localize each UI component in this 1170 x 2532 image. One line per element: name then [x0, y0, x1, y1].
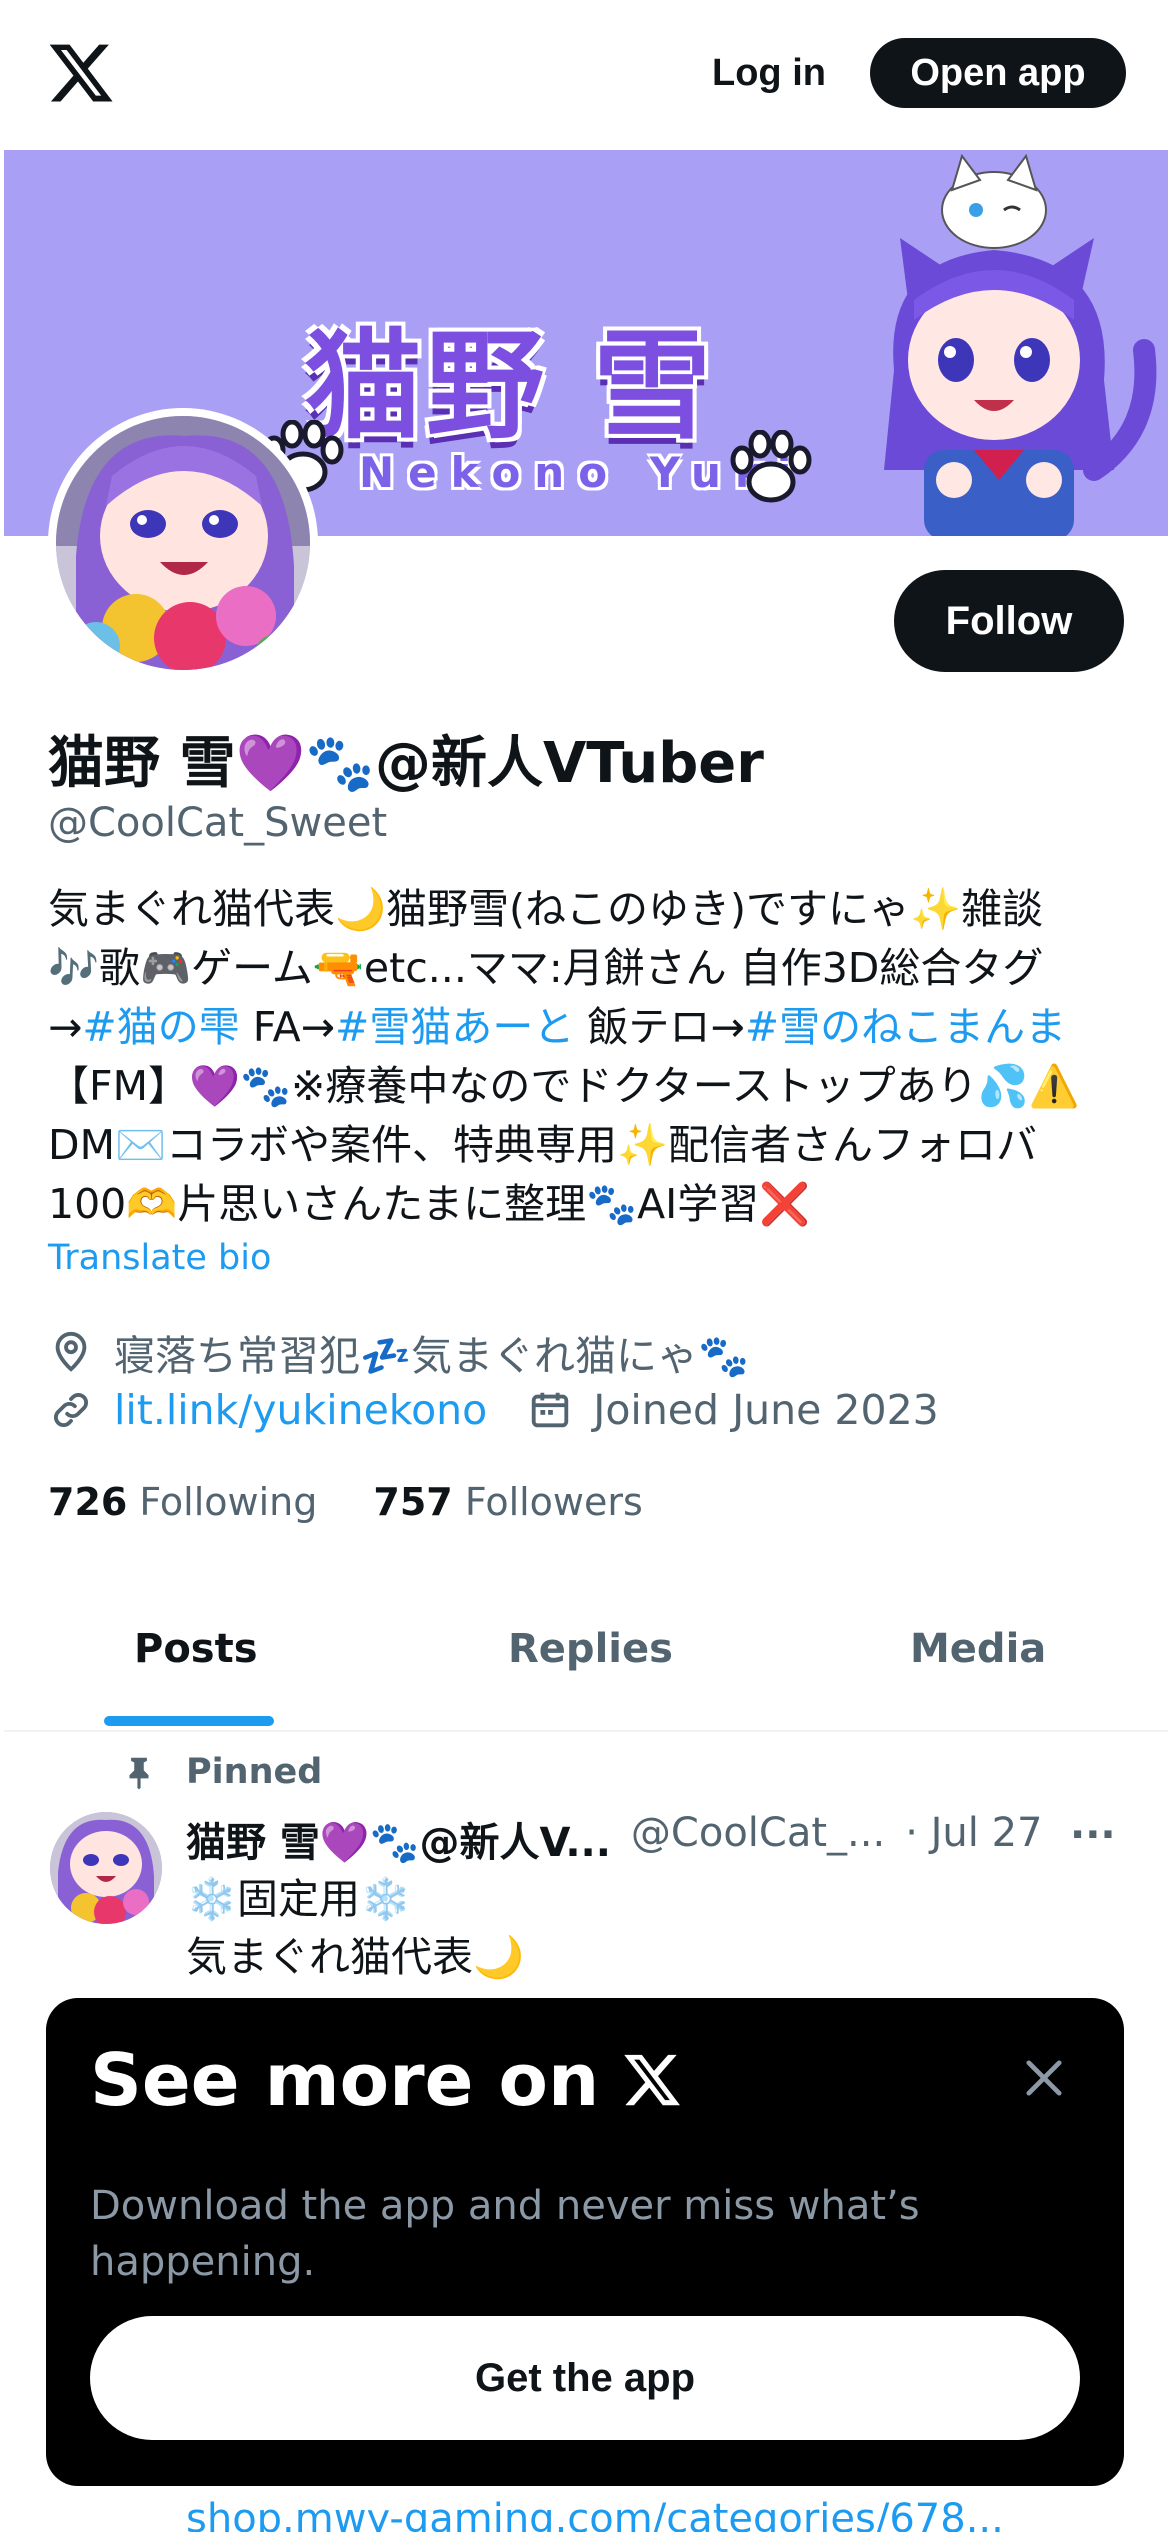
translate-bio-link[interactable]: Translate bio	[48, 1238, 271, 1278]
location-row: 寝落ち常習犯💤気まぐれ猫にゃ🐾	[48, 1322, 749, 1382]
joined-date: Joined June 2023	[593, 1386, 939, 1434]
profile-tabs: Posts Replies Media	[4, 1582, 1168, 1732]
post-body: ❄️固定用❄️ 気まぐれ猫代表🌙	[186, 1870, 524, 1986]
location-pin-icon	[55, 1331, 87, 1372]
more-options-icon[interactable]: ···	[1070, 1812, 1116, 1858]
login-button[interactable]: Log in	[680, 40, 858, 106]
location-text: 寝落ち常習犯💤気まぐれ猫にゃ🐾	[114, 1332, 750, 1380]
hashtag-link[interactable]: #雪のねこまんま	[745, 1003, 1066, 1051]
modal-title-text: See more on	[90, 2038, 600, 2122]
bio-text: →	[48, 1003, 83, 1051]
open-app-button[interactable]: Open app	[870, 38, 1126, 108]
post-line: 気まぐれ猫代表🌙	[186, 1933, 525, 1981]
bio-text: FA→	[239, 1003, 335, 1051]
tab-replies[interactable]: Replies	[508, 1626, 673, 1672]
x-logo-icon	[624, 2054, 681, 2106]
hashtag-link[interactable]: #雪猫あーと	[335, 1003, 574, 1051]
followers-label: Followers	[464, 1480, 643, 1524]
link-joined-row: lit.link/yukinekono Joined June 2023	[48, 1386, 939, 1434]
pin-icon	[129, 1757, 149, 1790]
x-logo-icon[interactable]	[46, 38, 116, 108]
bio-line: 【FM】💜🐾※療養中なのでドクターストップあり💦⚠️	[48, 1062, 1080, 1110]
link-icon	[54, 1393, 88, 1427]
banner-character-illustration	[884, 153, 1157, 536]
following-label: Following	[139, 1480, 318, 1524]
profile-website-link[interactable]: lit.link/yukinekono	[114, 1386, 487, 1434]
tab-media[interactable]: Media	[910, 1626, 1046, 1672]
post-author-name[interactable]: 猫野 雪💜🐾@新人V...	[186, 1810, 611, 1868]
tab-posts[interactable]: Posts	[134, 1626, 258, 1672]
bio-line: 🎶歌🎮ゲーム🔫etc...ママ:月餅さん 自作3D総合タグ	[48, 944, 1044, 992]
pinned-label: Pinned	[186, 1752, 323, 1792]
profile-handle: @CoolCat_Sweet	[48, 800, 388, 846]
bio-line: →#猫の雫 FA→#雪猫あーと 飯テロ→#雪のねこまんま	[48, 998, 1128, 1057]
get-the-app-button[interactable]: Get the app	[90, 2316, 1080, 2440]
top-bar: Log in Open app	[0, 0, 1170, 150]
hashtag-link[interactable]: #猫の雫	[82, 1003, 239, 1051]
follow-counts: 726 Following 757 Followers	[48, 1480, 643, 1524]
followers-stat[interactable]: 757 Followers	[373, 1480, 642, 1524]
bio-line: 100🫶片思いさんたまに整理🐾AI学習❌	[48, 1180, 811, 1228]
post-line: ❄️固定用❄️	[186, 1875, 412, 1923]
post-author-avatar[interactable]	[50, 1812, 162, 1924]
post-header: 猫野 雪💜🐾@新人V... @CoolCat_... · Jul 27	[186, 1810, 1126, 1868]
following-count: 726	[48, 1480, 128, 1524]
close-icon[interactable]	[1018, 2052, 1070, 2104]
pinned-indicator: Pinned	[120, 1752, 322, 1792]
modal-description: Download the app and never miss what’s h…	[90, 2183, 920, 2285]
post-link[interactable]: shop.mwy-gaming.com/categories/678...	[186, 2496, 1004, 2532]
following-stat[interactable]: 726 Following	[48, 1480, 317, 1524]
calendar-icon	[532, 1392, 569, 1428]
profile-bio: 気まぐれ猫代表🌙猫野雪(ねこのゆき)ですにゃ✨雑談 🎶歌🎮ゲーム🔫etc...マ…	[48, 880, 1128, 1234]
profile-display-name: 猫野 雪💜🐾@新人VTuber	[48, 731, 764, 796]
modal-title: See more on	[90, 2038, 683, 2122]
bio-text: 飯テロ→	[574, 1003, 745, 1051]
banner-title: 猫野 雪	[304, 317, 716, 455]
post-author-handle[interactable]: @CoolCat_...	[631, 1810, 885, 1868]
bio-line: DM✉️コラボや案件、特典専用✨配信者さんフォロバ	[48, 1121, 1038, 1169]
paw-icon	[730, 430, 812, 503]
profile-avatar[interactable]	[56, 416, 310, 670]
bio-line: 気まぐれ猫代表🌙猫野雪(ねこのゆき)ですにゃ✨雑談	[48, 885, 1044, 933]
follow-button[interactable]: Follow	[894, 570, 1124, 672]
post-date[interactable]: · Jul 27	[905, 1810, 1042, 1868]
followers-count: 757	[373, 1480, 453, 1524]
see-more-modal: See more on Download the app and never m…	[46, 1998, 1124, 2486]
active-tab-indicator	[104, 1716, 274, 1726]
